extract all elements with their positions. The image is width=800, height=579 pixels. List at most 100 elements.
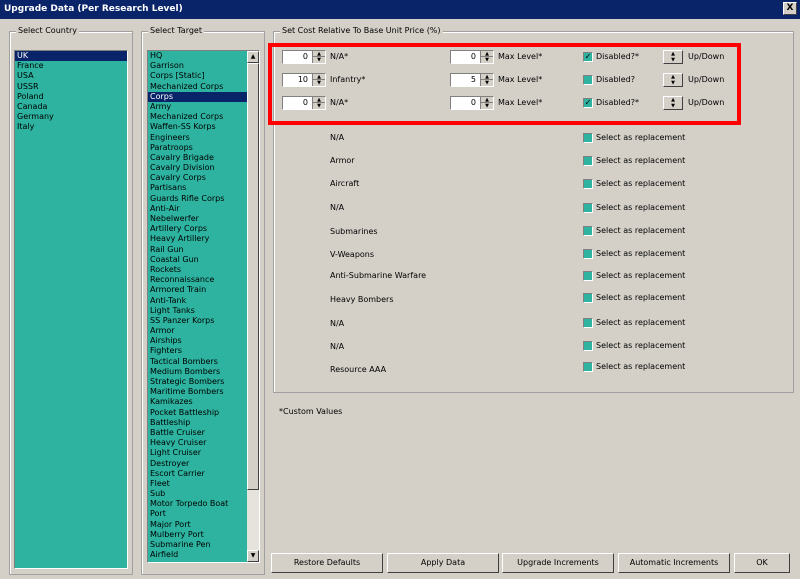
replacement-checkbox[interactable] bbox=[583, 362, 593, 372]
list-item[interactable]: Submarine Pen bbox=[148, 540, 247, 550]
list-item[interactable]: Cavalry Corps bbox=[148, 173, 247, 183]
list-item[interactable]: Partisans bbox=[148, 183, 247, 193]
replacement-checkbox[interactable] bbox=[583, 179, 593, 189]
country-group-label: Select Country bbox=[16, 26, 80, 36]
list-item[interactable]: Coastal Gun bbox=[148, 255, 247, 265]
list-item[interactable]: France bbox=[15, 61, 127, 71]
list-item[interactable]: Strategic Bombers bbox=[148, 377, 247, 387]
list-item[interactable]: Battleship bbox=[148, 418, 247, 428]
list-item[interactable]: Escort Carrier bbox=[148, 469, 247, 479]
list-item[interactable]: Airfield bbox=[148, 550, 247, 560]
target-list[interactable]: HQ Garrison Corps [Static] Mechanized Corps… bbox=[147, 50, 260, 563]
custom-values-note: *Custom Values bbox=[279, 407, 343, 416]
list-item[interactable]: Guards Rifle Corps bbox=[148, 194, 247, 204]
title-bar: Upgrade Data (Per Research Level) X bbox=[0, 0, 800, 19]
replacement-name: N/A bbox=[330, 319, 345, 328]
list-item[interactable]: Waffen-SS Korps bbox=[148, 122, 247, 132]
list-item[interactable]: Airships bbox=[148, 336, 247, 346]
list-item[interactable]: Tactical Bombers bbox=[148, 357, 247, 367]
replacement-checkbox[interactable] bbox=[583, 203, 593, 213]
replacement-checkbox[interactable] bbox=[583, 133, 593, 143]
replacement-name: Heavy Bombers bbox=[330, 295, 394, 304]
list-item[interactable]: Canada bbox=[15, 102, 127, 112]
list-item[interactable]: Armor bbox=[148, 326, 247, 336]
list-item[interactable]: Cavalry Division bbox=[148, 163, 247, 173]
replacement-label: Select as replacement bbox=[596, 362, 686, 371]
replacement-name: Aircraft bbox=[330, 179, 360, 188]
list-item[interactable]: USSR bbox=[15, 82, 127, 92]
replacement-name: Resource AAA bbox=[330, 365, 387, 374]
list-item[interactable]: Paratroops bbox=[148, 143, 247, 153]
list-item[interactable]: HQ bbox=[148, 51, 247, 61]
list-item[interactable]: Cavalry Brigade bbox=[148, 153, 247, 163]
list-item[interactable]: Corps [Static] bbox=[148, 71, 247, 81]
list-item[interactable]: Mechanized Corps bbox=[148, 82, 247, 92]
list-item[interactable]: Major Port bbox=[148, 520, 247, 530]
replacement-checkbox[interactable] bbox=[583, 318, 593, 328]
list-item[interactable]: Mechanized Corps bbox=[148, 112, 247, 122]
list-item[interactable]: Mulberry Port bbox=[148, 530, 247, 540]
scroll-thumb[interactable] bbox=[247, 63, 259, 490]
replacement-name: Armor bbox=[330, 156, 355, 165]
restore-defaults-button[interactable]: Restore Defaults bbox=[271, 553, 383, 573]
list-item[interactable]: Nebelwerfer bbox=[148, 214, 247, 224]
replacement-checkbox[interactable] bbox=[583, 271, 593, 281]
replacement-label: Select as replacement bbox=[596, 179, 686, 188]
ok-button[interactable]: OK bbox=[734, 553, 790, 573]
list-item[interactable]: Engineers bbox=[148, 133, 247, 143]
scroll-up-icon[interactable]: ▲ bbox=[247, 51, 259, 63]
list-item[interactable]: Germany bbox=[15, 112, 127, 122]
replacement-checkbox[interactable] bbox=[583, 341, 593, 351]
list-item[interactable]: Garrison bbox=[148, 61, 247, 71]
replacement-name: N/A bbox=[330, 133, 345, 142]
scroll-down-icon[interactable]: ▼ bbox=[247, 550, 259, 562]
list-item[interactable]: Army bbox=[148, 102, 247, 112]
list-item[interactable]: Port bbox=[148, 509, 247, 519]
replacement-label: Select as replacement bbox=[596, 341, 686, 350]
replacement-checkbox[interactable] bbox=[583, 226, 593, 236]
list-item[interactable]: Battle Cruiser bbox=[148, 428, 247, 438]
list-item[interactable]: Rail Gun bbox=[148, 245, 247, 255]
list-item[interactable]: Italy bbox=[15, 122, 127, 132]
list-item[interactable]: Light Tanks bbox=[148, 306, 247, 316]
list-item[interactable]: Destroyer bbox=[148, 459, 247, 469]
replacement-checkbox[interactable] bbox=[583, 293, 593, 303]
list-item[interactable]: Pocket Battleship bbox=[148, 408, 247, 418]
replacement-name: N/A bbox=[330, 342, 345, 351]
automatic-increments-button[interactable]: Automatic Increments bbox=[618, 553, 730, 573]
list-item[interactable]: Rockets bbox=[148, 265, 247, 275]
replacement-label: Select as replacement bbox=[596, 133, 686, 142]
list-item[interactable]: Light Cruiser bbox=[148, 448, 247, 458]
window-title: Upgrade Data (Per Research Level) bbox=[4, 4, 183, 14]
replacement-checkbox[interactable] bbox=[583, 249, 593, 259]
list-item[interactable]: Armored Train bbox=[148, 285, 247, 295]
list-item[interactable]: Medium Bombers bbox=[148, 367, 247, 377]
list-item[interactable]: USA bbox=[15, 71, 127, 81]
replacement-name: V-Weapons bbox=[330, 250, 375, 259]
list-item[interactable]: Maritime Bombers bbox=[148, 387, 247, 397]
list-item[interactable]: UK bbox=[15, 51, 127, 62]
list-item[interactable]: Anti-Air bbox=[148, 204, 247, 214]
list-item[interactable]: Artillery Corps bbox=[148, 224, 247, 234]
list-item[interactable]: Heavy Artillery bbox=[148, 234, 247, 244]
list-item[interactable]: SS Panzer Korps bbox=[148, 316, 247, 326]
close-button[interactable]: X bbox=[783, 2, 797, 15]
target-scrollbar[interactable]: ▲ ▼ bbox=[247, 51, 259, 562]
list-item[interactable]: Heavy Cruiser bbox=[148, 438, 247, 448]
list-item[interactable]: Sub bbox=[148, 489, 247, 499]
target-group-label: Select Target bbox=[148, 26, 204, 36]
replacement-label: Select as replacement bbox=[596, 318, 686, 327]
list-item[interactable]: Kamikazes bbox=[148, 397, 247, 407]
list-item[interactable]: Fleet bbox=[148, 479, 247, 489]
list-item[interactable]: Poland bbox=[15, 92, 127, 102]
country-list[interactable]: UK France USA USSR Poland Canada Germany Italy bbox=[14, 50, 128, 569]
replacement-checkbox[interactable] bbox=[583, 156, 593, 166]
apply-data-button[interactable]: Apply Data bbox=[387, 553, 499, 573]
upgrade-increments-button[interactable]: Upgrade Increments bbox=[502, 553, 614, 573]
list-item[interactable]: Fighters bbox=[148, 346, 247, 356]
list-item[interactable]: Reconnaissance bbox=[148, 275, 247, 285]
replacement-name: Anti-Submarine Warfare bbox=[330, 271, 427, 280]
list-item[interactable]: Anti-Tank bbox=[148, 296, 247, 306]
list-item[interactable]: Corps bbox=[148, 91, 247, 102]
list-item[interactable]: Motor Torpedo Boat bbox=[148, 499, 247, 509]
